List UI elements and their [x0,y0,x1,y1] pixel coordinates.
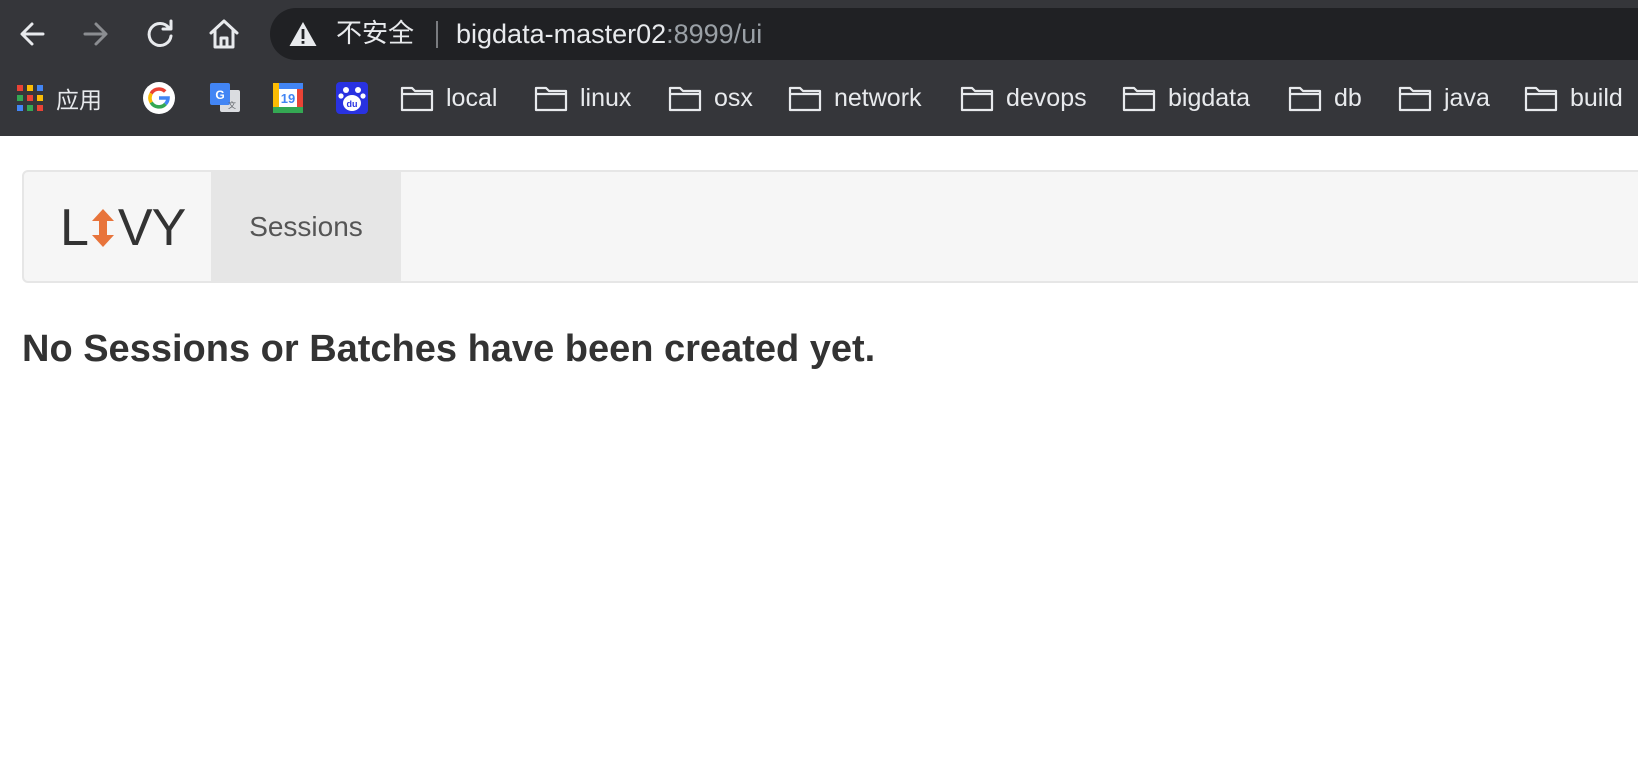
bookmark-folder-bigdata[interactable]: bigdata [1122,72,1250,124]
apps-grid-icon [17,85,43,111]
url-path: :8999/ui [666,19,763,49]
google-icon [143,82,175,114]
bookmark-label: osx [714,83,753,112]
reload-icon [147,19,173,47]
warning-triangle-icon [289,22,317,46]
bookmark-folder-db[interactable]: db [1288,72,1362,124]
bookmark-folder-build[interactable]: build [1524,72,1623,124]
folder-icon [960,86,994,112]
browser-chrome: 不安全 bigdata-master02:8999/ui 应用 G 文 19 d… [0,0,1638,136]
reload-button[interactable] [140,14,180,54]
bookmark-folder-devops[interactable]: devops [960,72,1087,124]
google-translate-icon: G 文 [210,83,240,112]
back-button[interactable] [12,14,52,54]
calendar-badge: 19 [281,91,295,106]
svg-text:G: G [215,88,224,102]
bookmark-google-translate[interactable]: G 文 [208,72,242,124]
omnibox-divider [436,21,438,48]
logo-text-start: L [60,199,89,257]
bookmark-label: linux [580,83,632,112]
baidu-icon: du [336,82,368,114]
logo-text-end: VY [117,199,186,257]
livy-navbar: L VY Sessions [22,170,1638,283]
security-status-label[interactable]: 不安全 [336,8,414,60]
nav-tab-sessions[interactable]: Sessions [211,172,401,281]
baidu-badge: du [347,99,358,109]
arrow-left-icon [20,22,45,46]
bookmark-label: 应用 [56,88,102,114]
vertical-arrows-icon [91,209,114,247]
bookmark-folder-linux[interactable]: linux [534,72,631,124]
bookmarks-bar: 应用 G 文 19 du local linux osx network dev… [0,72,1638,124]
bookmark-label: network [834,83,922,112]
bookmark-folder-local[interactable]: local [400,72,497,124]
bookmark-label: java [1444,83,1490,112]
empty-state-message: No Sessions or Batches have been created… [22,328,876,370]
folder-icon [1398,86,1432,112]
bookmark-folder-network[interactable]: network [788,72,922,124]
browser-toolbar: 不安全 bigdata-master02:8999/ui [0,0,1638,68]
bookmark-folder-java[interactable]: java [1398,72,1490,124]
bookmark-label: db [1334,83,1362,112]
folder-icon [1524,86,1558,112]
bookmark-baidu[interactable]: du [336,72,368,124]
arrow-right-icon [83,22,108,46]
url-host: bigdata-master02 [456,19,667,49]
bookmark-label: devops [1006,83,1087,112]
folder-icon [400,86,434,112]
folder-icon [668,86,702,112]
bookmark-google-calendar[interactable]: 19 [272,72,304,124]
folder-icon [1288,86,1322,112]
bookmark-label: local [446,83,498,112]
home-button[interactable] [204,14,244,54]
folder-icon [788,86,822,112]
livy-logo[interactable]: L VY [60,199,186,257]
url-text[interactable]: bigdata-master02:8999/ui [456,8,762,60]
google-calendar-icon: 19 [273,83,303,113]
svg-text:文: 文 [228,100,236,110]
bookmark-folder-osx[interactable]: osx [668,72,753,124]
bookmark-label: build [1570,83,1623,112]
home-icon [209,19,239,49]
forward-button[interactable] [76,14,116,54]
bookmark-label: bigdata [1168,83,1251,112]
address-bar[interactable]: 不安全 bigdata-master02:8999/ui [270,8,1638,60]
bookmark-google[interactable] [142,72,176,124]
folder-icon [534,86,568,112]
folder-icon [1122,86,1156,112]
bookmark-apps[interactable]: 应用 [16,72,102,124]
